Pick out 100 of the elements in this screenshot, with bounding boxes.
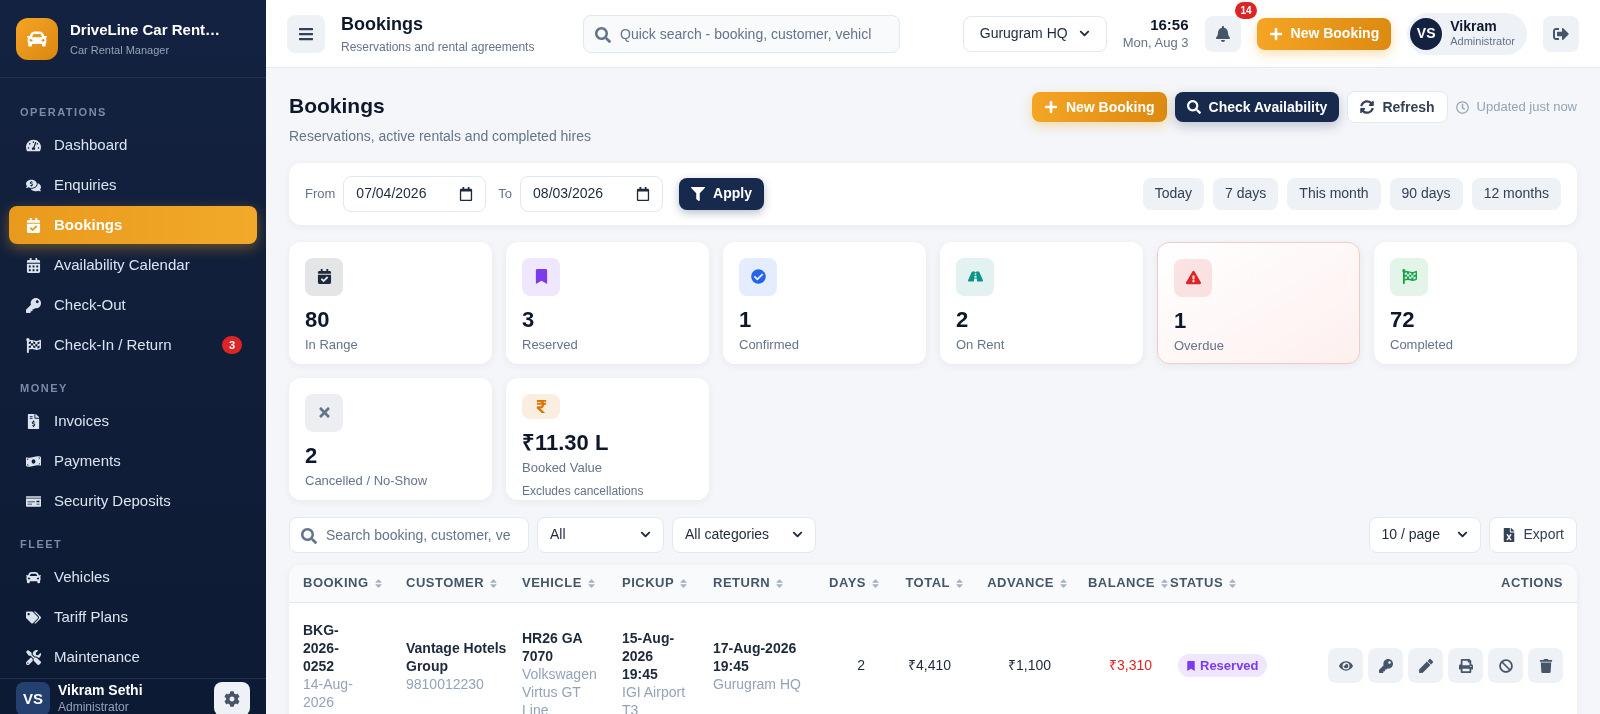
table-cell-text: Gurugram HQ	[713, 674, 802, 693]
table-cell-text: 9810012230	[406, 674, 485, 693]
column-header[interactable]: PICKUP	[622, 574, 690, 592]
column-header[interactable]: RETURN	[713, 574, 786, 592]
notifications-button[interactable]	[1204, 15, 1241, 52]
branch-select[interactable]: Gurugram HQ	[962, 15, 1107, 52]
print-icon	[1458, 658, 1473, 673]
nav-item[interactable]: Check-Out	[9, 286, 257, 324]
nav-item[interactable]: Maintenance	[9, 638, 257, 676]
brand-subtitle: Car Rental Manager	[70, 42, 171, 58]
nav-item[interactable]: Security Deposits	[9, 482, 257, 520]
sort-icon	[1159, 577, 1170, 589]
nav-item[interactable]: Invoices	[9, 402, 257, 440]
section-label: OPERATIONS	[20, 106, 107, 118]
calendar-icon	[24, 257, 42, 273]
sort-icon	[954, 577, 965, 589]
sort-icon	[488, 577, 500, 589]
chevron-down-icon	[1078, 28, 1090, 39]
nav-item[interactable]: Dashboard	[9, 126, 257, 164]
header-subtitle: Reservations and rental agreements	[341, 39, 536, 56]
column-header[interactable]: STATUS	[1170, 574, 1239, 592]
quick-search-field[interactable]: Quick search - booking, customer, vehicl	[583, 14, 900, 53]
delete-button[interactable]	[1528, 648, 1563, 683]
nav-item[interactable]: Tariff Plans	[9, 598, 257, 636]
stat-label: Booked Value	[522, 459, 603, 477]
nav-item[interactable]: Availability Calendar	[9, 246, 257, 284]
print-button[interactable]	[1448, 648, 1483, 683]
cancel-button[interactable]	[1488, 648, 1523, 683]
stat-label: In Range	[305, 336, 359, 354]
nav-item[interactable]: Payments	[9, 442, 257, 480]
stat-label: On Rent	[956, 336, 1006, 354]
from-date-field[interactable]: 07/04/2026	[343, 175, 487, 212]
range-preset-button[interactable]: This month	[1287, 177, 1381, 210]
stat-label: Cancelled / No-Show	[305, 472, 429, 490]
nav-item[interactable]: Check-In / Return 3	[9, 326, 257, 364]
user-role: Administrator	[1450, 35, 1515, 50]
range-preset-button[interactable]: 90 days	[1389, 177, 1463, 210]
stat-value: 80	[305, 305, 331, 333]
column-header[interactable]: TOTAL	[905, 574, 965, 592]
settings-button[interactable]	[214, 682, 250, 714]
status-select[interactable]: All	[537, 516, 664, 553]
nav-item[interactable]: Enquiries	[9, 166, 257, 204]
chevron-down-icon	[640, 529, 651, 540]
gauge-icon	[24, 137, 42, 153]
header-title: Bookings	[341, 13, 424, 36]
key-button[interactable]	[1368, 648, 1403, 683]
apply-button[interactable]: Apply	[679, 177, 764, 210]
table-cell-text: Volkswagen Virtus GT Line	[522, 664, 598, 714]
range-preset-button[interactable]: Today	[1142, 177, 1205, 210]
calendar-check-icon	[24, 217, 42, 233]
tools-icon	[24, 649, 42, 665]
user-name: Vikram	[1450, 17, 1498, 36]
sort-icon	[870, 577, 881, 589]
table-cell-text: Vantage Hotels Group	[406, 638, 508, 675]
stat-label: Reserved	[522, 336, 579, 354]
range-preset-button[interactable]: 12 months	[1471, 177, 1561, 210]
user-role: Administrator	[58, 699, 130, 714]
stat-value: 1	[739, 305, 753, 333]
view-button[interactable]	[1328, 648, 1363, 683]
car-icon	[24, 569, 42, 585]
column-header[interactable]: VEHICLE	[522, 574, 597, 592]
filter-icon	[691, 186, 706, 201]
to-label: To	[498, 184, 513, 203]
chat-bubbles-icon	[24, 177, 42, 193]
stat-label: Overdue	[1174, 337, 1225, 355]
column-header[interactable]: BALANCE	[1087, 574, 1170, 592]
bell-icon	[1214, 25, 1231, 42]
edit-button[interactable]	[1408, 648, 1443, 683]
check-availability-button[interactable]: Check Availability	[1174, 92, 1340, 122]
section-label: FLEET	[20, 538, 63, 550]
column-header[interactable]: BOOKING	[303, 574, 384, 592]
export-button[interactable]: Export	[1488, 516, 1577, 553]
table-cell-text: ₹1,100	[1007, 656, 1051, 675]
user-chip[interactable]: VS Vikram Administrator	[1407, 12, 1527, 55]
refresh-button[interactable]: Refresh	[1347, 91, 1448, 123]
sort-icon	[774, 577, 786, 589]
car-logo-icon	[16, 17, 58, 60]
clock-icon	[1455, 100, 1469, 114]
page-size-select[interactable]: 10 / page	[1368, 516, 1481, 553]
column-header: ACTIONS	[1501, 574, 1563, 592]
plus-icon	[1268, 26, 1283, 41]
to-date-field[interactable]: 08/03/2026	[520, 175, 664, 212]
column-header[interactable]: CUSTOMER	[406, 574, 500, 592]
key-icon	[1378, 658, 1393, 673]
table-cell-text: 17-Aug-2026 19:45	[713, 638, 798, 675]
range-preset-button[interactable]: 7 days	[1213, 177, 1279, 210]
menu-button[interactable]	[287, 14, 325, 53]
notification-count: 14	[1235, 1, 1257, 19]
brand-name: DriveLine Car Rent…	[70, 20, 221, 40]
table-cell-text: 14-Aug-2026	[303, 674, 354, 711]
chevron-down-icon	[792, 529, 803, 540]
column-header[interactable]: DAYS	[829, 574, 881, 592]
logout-button[interactable]	[1543, 15, 1579, 52]
table-cell-text: 15-Aug-2026 19:45	[622, 628, 676, 683]
category-select[interactable]: All categories	[672, 516, 816, 553]
sort-icon	[1058, 577, 1069, 589]
checkered-flag-icon	[24, 337, 42, 353]
nav-item[interactable]: Vehicles	[9, 558, 257, 596]
column-header[interactable]: ADVANCE	[987, 574, 1069, 592]
table-search-field[interactable]: Search booking, customer, ve	[289, 516, 529, 553]
